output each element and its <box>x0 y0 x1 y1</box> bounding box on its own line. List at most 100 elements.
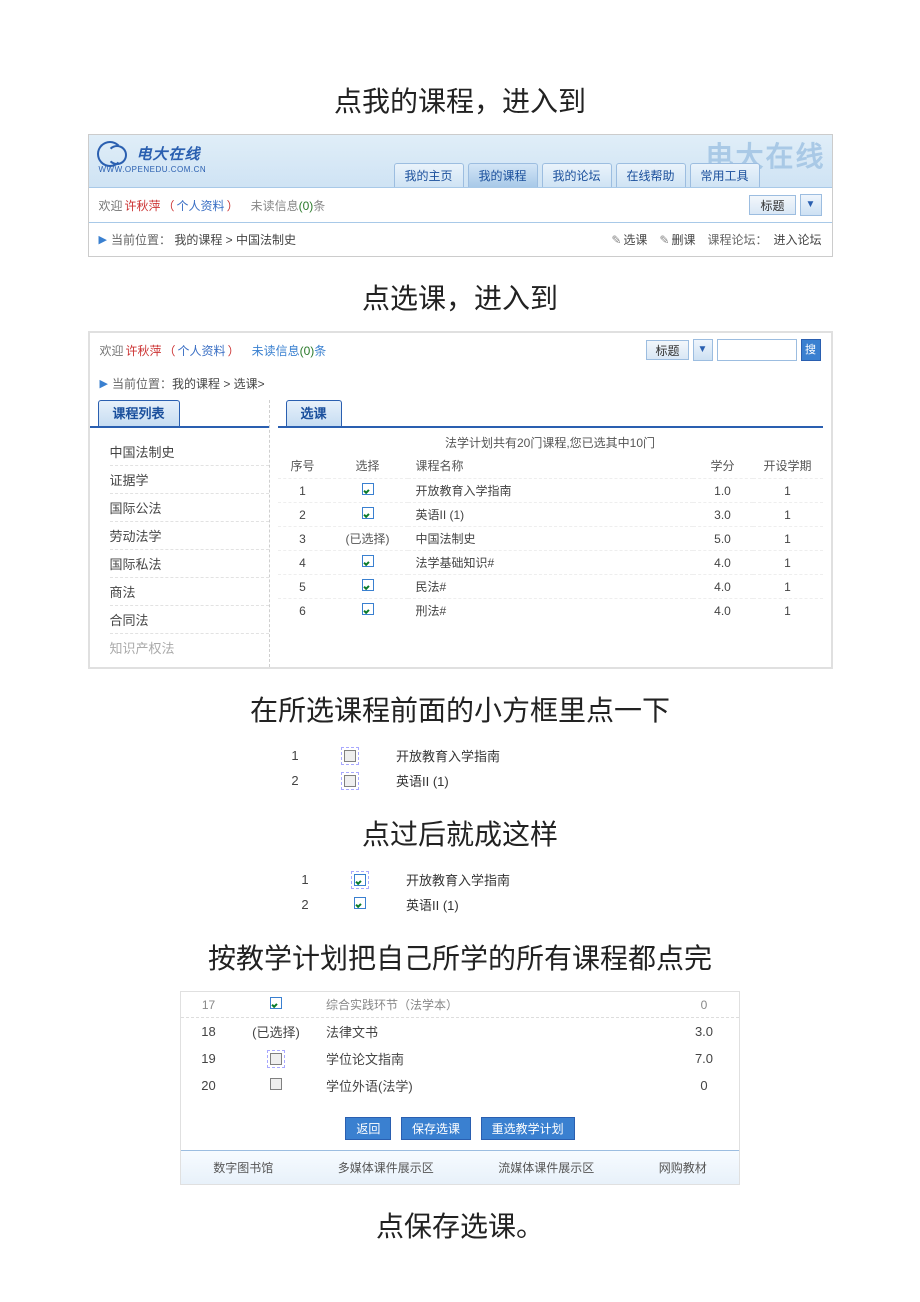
col-select: 选择 <box>328 453 408 479</box>
select-checkbox[interactable] <box>362 555 374 567</box>
select-checkbox[interactable] <box>341 772 359 790</box>
course-table: 序号 选择 课程名称 学分 开设学期 1 开放教育入学指南 1.0 1 <box>278 453 823 622</box>
select-checkbox[interactable] <box>362 483 374 495</box>
sidebar-tab-course-list[interactable]: 课程列表 <box>98 400 180 426</box>
sidebar-item[interactable]: 知识产权法 <box>110 634 269 661</box>
col-credit: 学分 <box>693 453 753 479</box>
instruction-2: 点选课，进入到 <box>40 277 880 317</box>
title-filter-dropdown[interactable]: ▼ <box>800 194 822 216</box>
sidebar: 课程列表 中国法制史 证据学 国际公法 劳动法学 国际私法 商法 合同法 知识产… <box>90 400 270 667</box>
instruction-6: 点保存选课。 <box>40 1205 880 1245</box>
select-checkbox[interactable] <box>354 897 366 909</box>
search-button[interactable]: 搜 <box>801 339 821 361</box>
search-input[interactable] <box>717 339 797 361</box>
select-checkbox[interactable] <box>362 579 374 591</box>
paren-close: ） <box>227 197 239 214</box>
main-nav-tabs: 我的主页 我的课程 我的论坛 在线帮助 常用工具 <box>394 163 760 187</box>
select-checkbox[interactable] <box>351 871 369 889</box>
sidebar-item[interactable]: 证据学 <box>110 466 269 494</box>
title-filter-label: 标题 <box>749 195 795 215</box>
paren-open: （ <box>163 197 175 214</box>
location-bar: ▶ 当前位置： 我的课程 > 中国法制史 ✎选课 ✎删课 课程论坛：进入论坛 <box>89 223 832 256</box>
site-logo: 电大在线 <box>95 139 201 167</box>
table-row: 6 刑法# 4.0 1 <box>278 599 823 623</box>
tab-common-tools[interactable]: 常用工具 <box>690 163 760 187</box>
back-button[interactable]: 返回 <box>345 1117 391 1140</box>
profile-link[interactable]: 个人资料 <box>178 342 226 359</box>
pencil-icon: ✎ <box>611 233 621 247</box>
main-tab-select-course[interactable]: 选课 <box>286 400 342 426</box>
screenshot-4: 1 开放教育入学指南 2 英语II (1) <box>280 867 640 917</box>
logo-subtext: WWW.OPENEDU.COM.CN <box>99 165 207 174</box>
tab-my-forum[interactable]: 我的论坛 <box>542 163 612 187</box>
save-selection-button[interactable]: 保存选课 <box>401 1117 471 1140</box>
main-content: 选课 法学计划共有20门课程,您已选其中10门 序号 选择 课程名称 学分 开设… <box>270 400 831 667</box>
screenshot-1: 电大在线 WWW.OPENEDU.COM.CN 电大在线 我的主页 我的课程 我… <box>88 134 833 257</box>
logo-text: 电大在线 <box>137 143 201 164</box>
table-row: 20 学位外语(法学) 0 <box>181 1072 739 1099</box>
course-forum-label: 课程论坛：进入论坛 <box>707 231 821 248</box>
instruction-1: 点我的课程，进入到 <box>40 80 880 120</box>
table-row: 2 英语II (1) <box>280 892 640 917</box>
breadcrumb: 当前位置： 我的课程 > 中国法制史 <box>111 231 296 248</box>
table-row: 19 学位论文指南 7.0 <box>181 1045 739 1072</box>
username: 许秋萍 <box>125 197 161 214</box>
screenshot-3: 1 开放教育入学指南 2 英语II (1) <box>270 743 650 793</box>
footer-link-buy-textbook[interactable]: 网购教材 <box>659 1159 707 1176</box>
welcome-label: 欢迎 <box>99 197 123 214</box>
user-bar: 欢迎 许秋萍 （ 个人资料 ） 未读信息(0)条 标题 ▼ <box>89 187 832 223</box>
select-checkbox[interactable] <box>270 997 282 1009</box>
logo-swirl-icon <box>95 139 133 167</box>
footer-link-streaming[interactable]: 流媒体课件展示区 <box>498 1159 594 1176</box>
instruction-5: 按教学计划把自己所学的所有课程都点完 <box>40 937 880 977</box>
table-row: 2 英语II (1) <box>270 768 650 793</box>
reselect-plan-button[interactable]: 重选教学计划 <box>481 1117 575 1140</box>
sidebar-item[interactable]: 中国法制史 <box>110 438 269 466</box>
breadcrumb-arrow-icon: ▶ <box>99 233 107 246</box>
sidebar-item[interactable]: 商法 <box>110 578 269 606</box>
footer-link-multimedia[interactable]: 多媒体课件展示区 <box>338 1159 434 1176</box>
breadcrumb: 当前位置：我的课程 > 选课> <box>112 375 265 392</box>
title-filter: 标题 ▼ <box>749 194 821 216</box>
unread-label: 未读信息(0)条 <box>251 197 326 214</box>
tab-my-course[interactable]: 我的课程 <box>468 163 538 187</box>
screenshot-2: 欢迎 许秋萍 （ 个人资料 ） 未读信息(0)条 标题 ▼ 搜 ▶ 当前位置：我… <box>88 331 833 669</box>
delete-course-link[interactable]: ✎删课 <box>659 231 695 248</box>
tab-online-help[interactable]: 在线帮助 <box>616 163 686 187</box>
footer-links: 数字图书馆 多媒体课件展示区 流媒体课件展示区 网购教材 <box>181 1150 739 1184</box>
instruction-3: 在所选课程前面的小方框里点一下 <box>40 689 880 729</box>
unread-label: 未读信息(0)条 <box>252 342 327 359</box>
sidebar-item[interactable]: 国际公法 <box>110 494 269 522</box>
title-filter-dropdown[interactable]: ▼ <box>693 339 713 361</box>
breadcrumb-arrow-icon: ▶ <box>100 377 108 390</box>
plan-summary: 法学计划共有20门课程,您已选其中10门 <box>278 434 823 451</box>
already-selected-label: (已选择) <box>346 532 390 546</box>
sidebar-item[interactable]: 合同法 <box>110 606 269 634</box>
welcome-label: 欢迎 <box>100 342 124 359</box>
select-checkbox[interactable] <box>270 1078 282 1090</box>
user-bar: 欢迎 许秋萍 （ 个人资料 ） 未读信息(0)条 标题 ▼ 搜 <box>90 333 831 367</box>
col-term: 开设学期 <box>753 453 823 479</box>
table-row: 1 开放教育入学指南 1.0 1 <box>278 479 823 503</box>
table-row: 5 民法# 4.0 1 <box>278 575 823 599</box>
header-banner: 电大在线 WWW.OPENEDU.COM.CN 电大在线 我的主页 我的课程 我… <box>89 135 832 187</box>
table-row: 3 (已选择) 中国法制史 5.0 1 <box>278 527 823 551</box>
footer-link-digital-library[interactable]: 数字图书馆 <box>213 1159 273 1176</box>
select-checkbox[interactable] <box>362 507 374 519</box>
select-checkbox[interactable] <box>362 603 374 615</box>
sidebar-item[interactable]: 国际私法 <box>110 550 269 578</box>
sidebar-item[interactable]: 劳动法学 <box>110 522 269 550</box>
location-bar: ▶ 当前位置：我的课程 > 选课> <box>90 367 831 400</box>
enter-forum-link[interactable]: 进入论坛 <box>773 233 821 247</box>
select-checkbox[interactable] <box>341 747 359 765</box>
tab-my-home[interactable]: 我的主页 <box>394 163 464 187</box>
table-row: 18 (已选择) 法律文书 3.0 <box>181 1018 739 1045</box>
col-name: 课程名称 <box>408 453 693 479</box>
select-course-link[interactable]: ✎选课 <box>611 231 647 248</box>
select-checkbox[interactable] <box>267 1050 285 1068</box>
table-row: 2 英语II (1) 3.0 1 <box>278 503 823 527</box>
already-selected-label: (已选择) <box>252 1025 300 1040</box>
profile-link[interactable]: 个人资料 <box>177 197 225 214</box>
table-row: 17 综合实践环节（法学本） 0 <box>181 992 739 1018</box>
table-row: 4 法学基础知识# 4.0 1 <box>278 551 823 575</box>
